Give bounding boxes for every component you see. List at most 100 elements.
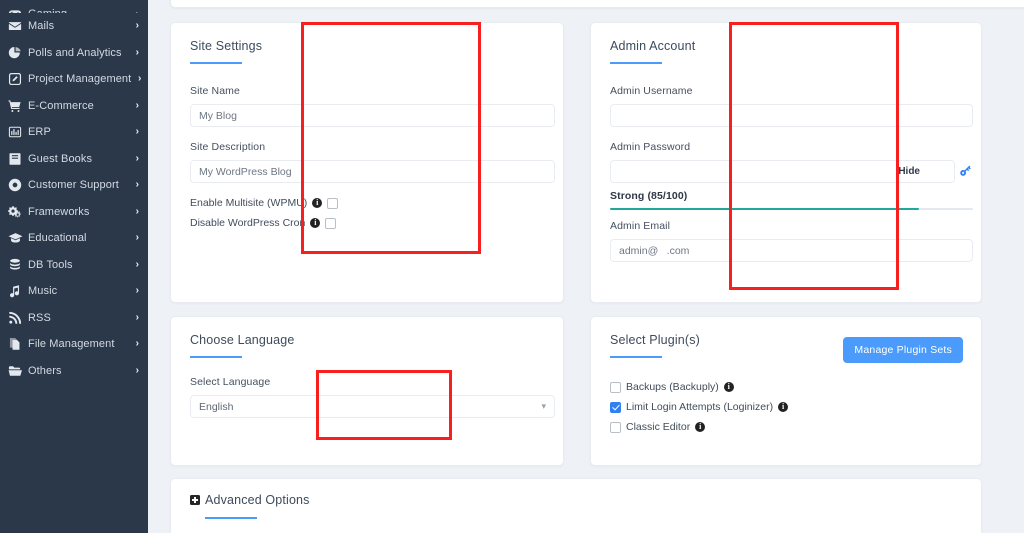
site-description-input[interactable]: My WordPress Blog — [190, 160, 555, 183]
sidebar-item-frameworks[interactable]: Frameworks › — [0, 199, 148, 226]
chevron-right-icon: › — [129, 21, 139, 31]
sidebar-item-label: Educational — [28, 232, 129, 244]
admin-email-input[interactable]: admin@ .com — [610, 239, 973, 262]
cron-label: Disable WordPress Cron — [190, 217, 305, 229]
site-name-value: My Blog — [199, 110, 237, 122]
sidebar-item-customer-support[interactable]: Customer Support › — [0, 172, 148, 199]
admin-email-label: Admin Email — [610, 220, 973, 232]
sidebar-item-project-management[interactable]: Project Management › — [0, 66, 148, 93]
plugin-row[interactable]: Limit Login Attempts (Loginizer) i — [610, 399, 788, 415]
chevron-down-icon: ▾ — [541, 401, 546, 412]
sidebar-item-label: Frameworks — [28, 206, 129, 218]
card-select-plugins: Select Plugin(s) Manage Plugin Sets Back… — [590, 316, 982, 466]
sidebar-item-label: Mails — [28, 20, 129, 32]
sidebar-item-file-management[interactable]: File Management › — [0, 331, 148, 358]
plugin-row[interactable]: Backups (Backuply) i — [610, 379, 788, 395]
site-name-label: Site Name — [190, 85, 555, 97]
chevron-right-icon: › — [129, 48, 139, 58]
multisite-label: Enable Multisite (WPMU) — [190, 197, 307, 209]
chevron-right-icon: › — [129, 127, 139, 137]
sidebar-item-db-tools[interactable]: DB Tools › — [0, 252, 148, 279]
plugin-label: Backups (Backuply) — [626, 381, 719, 393]
chevron-right-icon: › — [129, 207, 139, 217]
sidebar-item-label: Polls and Analytics — [28, 47, 129, 59]
sidebar-item-gaming[interactable]: Gaming › — [0, 0, 148, 13]
app-root: Gaming › Mails › Polls and Analytics › P… — [0, 0, 1024, 533]
sidebar-item-others[interactable]: Others › — [0, 358, 148, 385]
admin-password-label: Admin Password — [610, 141, 973, 153]
book-icon — [8, 152, 28, 166]
plugin-checkbox-backups[interactable] — [610, 382, 621, 393]
title-underline — [190, 356, 242, 358]
admin-password-input[interactable]: Hide — [610, 160, 955, 183]
info-icon[interactable]: i — [778, 402, 788, 412]
sidebar-item-label: Customer Support — [28, 179, 129, 191]
multisite-row[interactable]: Enable Multisite (WPMU) i — [190, 195, 338, 211]
password-strength-text: Strong (85/100) — [610, 190, 973, 202]
sidebar-item-label: Others — [28, 365, 129, 377]
chevron-right-icon: › — [131, 74, 141, 84]
sidebar-item-label: RSS — [28, 312, 129, 324]
sidebar-item-label: ERP — [28, 126, 129, 138]
info-icon[interactable]: i — [724, 382, 734, 392]
password-strength-meter: Strong (85/100) — [610, 190, 973, 210]
admin-username-label: Admin Username — [610, 85, 973, 97]
plugin-checkbox-loginizer[interactable] — [610, 402, 621, 413]
sidebar-item-label: Project Management — [28, 73, 131, 85]
sidebar-nav[interactable]: Gaming › Mails › Polls and Analytics › P… — [0, 0, 148, 533]
chevron-right-icon: › — [129, 154, 139, 164]
title-underline — [610, 356, 662, 358]
files-copy-icon — [8, 337, 28, 351]
info-icon[interactable]: i — [312, 198, 322, 208]
cron-checkbox[interactable] — [325, 218, 336, 229]
plus-square-icon[interactable] — [190, 495, 200, 505]
key-icon[interactable] — [958, 163, 973, 183]
sidebar-item-e-commerce[interactable]: E-Commerce › — [0, 93, 148, 120]
chevron-right-icon: › — [129, 339, 139, 349]
sidebar-item-music[interactable]: Music › — [0, 278, 148, 305]
cron-row[interactable]: Disable WordPress Cron i — [190, 215, 338, 231]
sidebar-item-polls-and-analytics[interactable]: Polls and Analytics › — [0, 40, 148, 67]
plugin-label: Classic Editor — [626, 421, 690, 433]
advanced-options-title: Advanced Options — [205, 493, 310, 507]
previous-card-partial — [170, 0, 1024, 8]
folder-open-icon — [8, 364, 28, 378]
select-language-dropdown[interactable]: English ▾ — [190, 395, 555, 418]
chevron-right-icon: › — [129, 286, 139, 296]
sidebar-item-erp[interactable]: ERP › — [0, 119, 148, 146]
site-name-input[interactable]: My Blog — [190, 104, 555, 127]
chevron-right-icon: › — [129, 313, 139, 323]
bar-chart-icon — [8, 125, 28, 139]
sidebar-item-mails[interactable]: Mails › — [0, 13, 148, 40]
card-choose-language: Choose Language Select Language English … — [170, 316, 564, 466]
gamepad-icon — [8, 6, 28, 13]
advanced-options-toggle[interactable]: Advanced Options — [190, 493, 310, 507]
plugin-checkbox-classic-editor[interactable] — [610, 422, 621, 433]
sidebar-item-educational[interactable]: Educational › — [0, 225, 148, 252]
database-icon — [8, 258, 28, 272]
info-icon[interactable]: i — [310, 218, 320, 228]
sidebar-item-label: E-Commerce — [28, 100, 129, 112]
music-note-icon — [8, 284, 28, 298]
sidebar-item-label: Music — [28, 285, 129, 297]
sidebar-item-guest-books[interactable]: Guest Books › — [0, 146, 148, 173]
toggle-password-visibility-button[interactable]: Hide — [898, 166, 920, 177]
title-underline — [610, 62, 662, 64]
plugin-label: Limit Login Attempts (Loginizer) — [626, 401, 773, 413]
chevron-right-icon: › — [129, 233, 139, 243]
sidebar-item-label: File Management — [28, 338, 129, 350]
admin-username-input[interactable] — [610, 104, 973, 127]
info-icon[interactable]: i — [695, 422, 705, 432]
admin-email-value: admin@ .com — [619, 245, 689, 257]
main-content: Site Settings Site Name My Blog Site Des… — [148, 0, 1024, 533]
multisite-checkbox[interactable] — [327, 198, 338, 209]
sidebar-item-rss[interactable]: RSS › — [0, 305, 148, 332]
manage-plugin-sets-button[interactable]: Manage Plugin Sets — [843, 337, 963, 363]
content-grid: Site Settings Site Name My Blog Site Des… — [170, 0, 1024, 533]
site-description-value: My WordPress Blog — [199, 166, 292, 178]
plugin-row[interactable]: Classic Editor i — [610, 419, 788, 435]
gears-icon — [8, 205, 28, 219]
chevron-right-icon: › — [129, 180, 139, 190]
sidebar-item-label: Guest Books — [28, 153, 129, 165]
pie-chart-icon — [8, 46, 28, 60]
